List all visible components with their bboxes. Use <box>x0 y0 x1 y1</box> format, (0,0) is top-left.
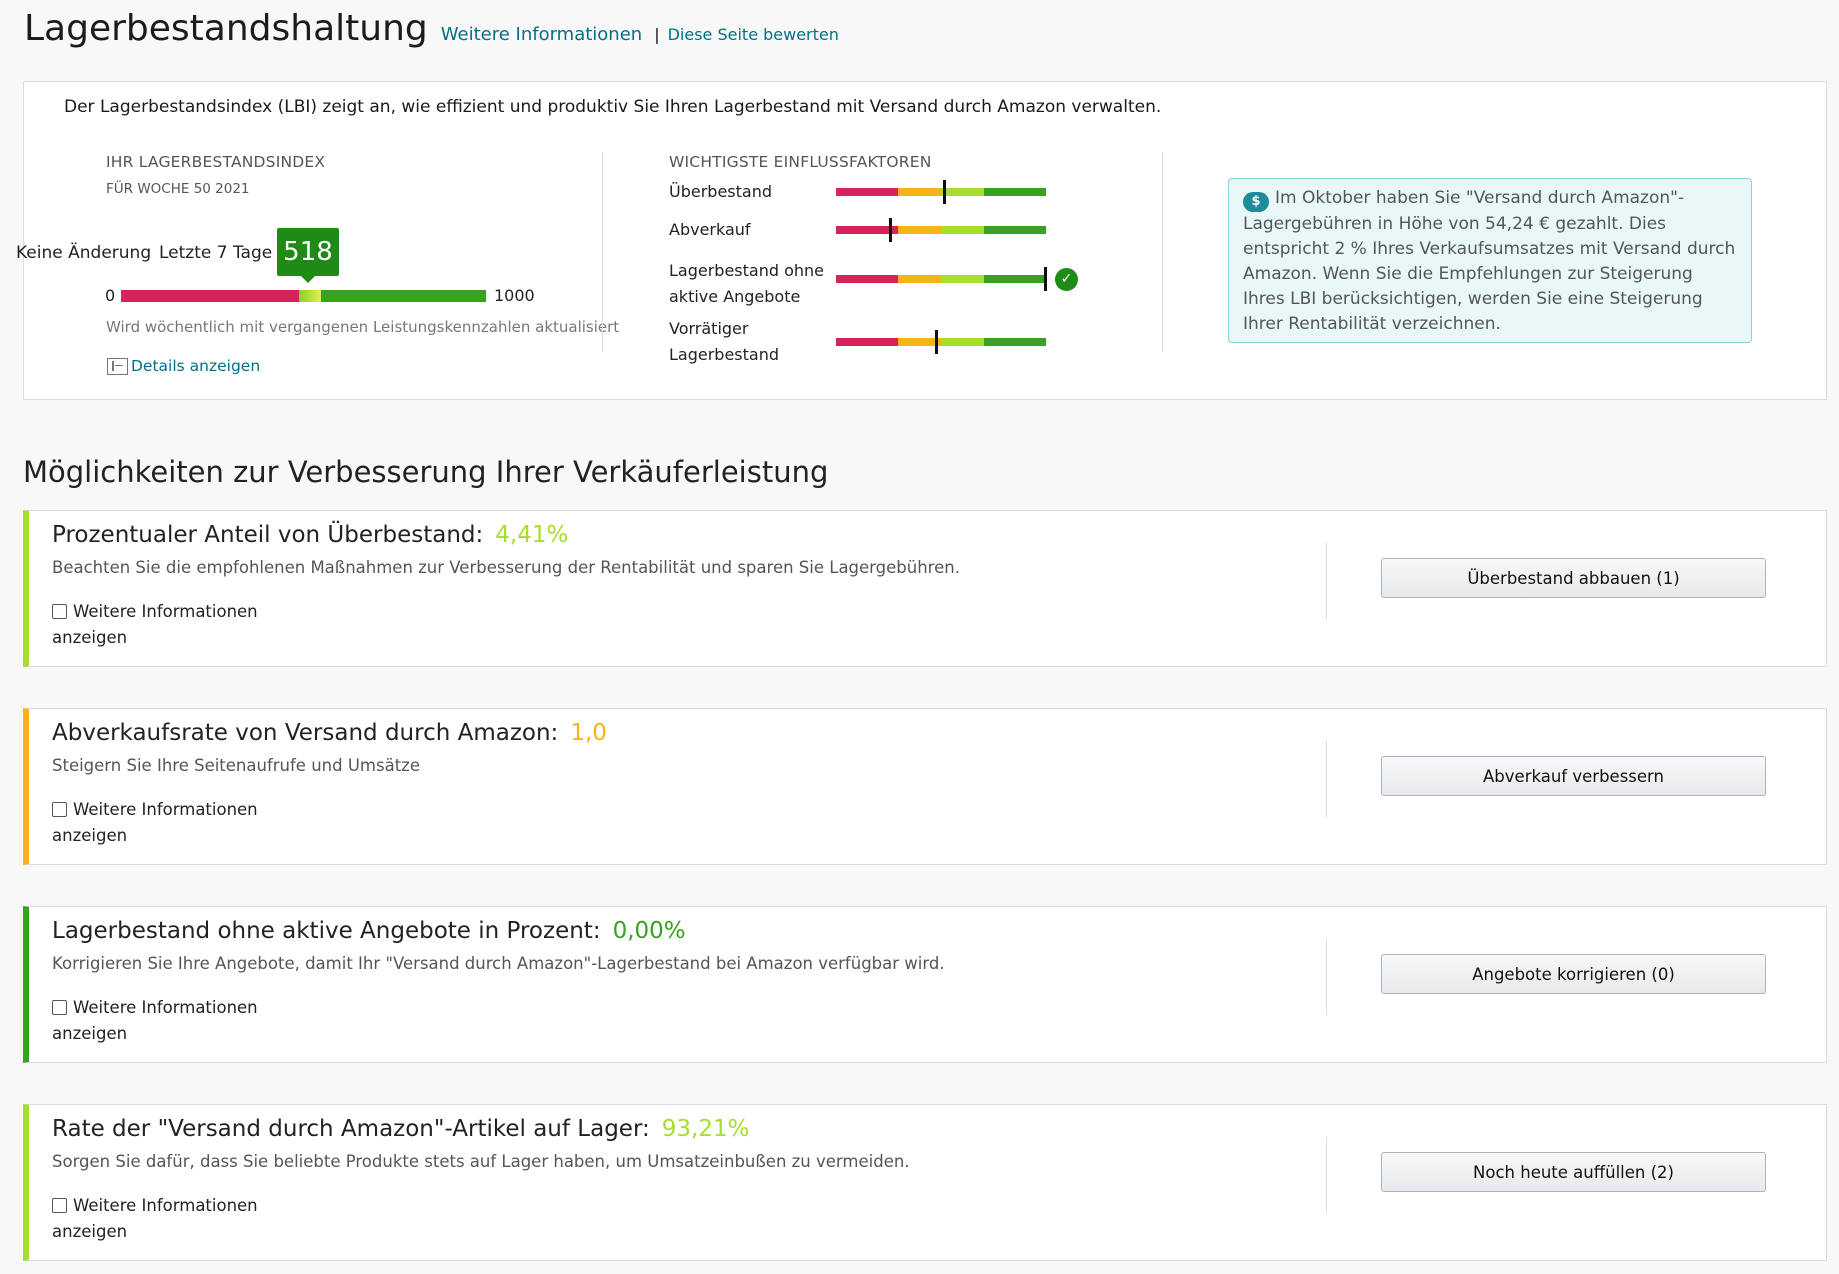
lbi-score-badge: 518 <box>277 228 339 283</box>
dollar-icon: $ <box>1243 192 1269 212</box>
card-action-button[interactable]: Noch heute auffüllen (2) <box>1381 1152 1766 1192</box>
factor-bar-sellthrough <box>836 218 1046 242</box>
lbi-change: Keine Änderung <box>16 243 152 263</box>
factor-bar-stranded <box>836 267 1047 291</box>
factor-label-instock: Vorrätiger Lagerbestand <box>669 316 779 368</box>
page-header: Lagerbestandshaltung Weitere Information… <box>24 8 839 49</box>
card-value: 4,41% <box>495 522 569 548</box>
lbi-caption: IHR LAGERBESTANDSINDEX <box>106 153 326 171</box>
lbi-min: 0 <box>105 286 116 305</box>
score-bar-marker <box>299 290 321 302</box>
factor-marker <box>935 330 938 354</box>
improvement-card-instock: Rate der "Versand durch Amazon"-Artikel … <box>23 1104 1827 1261</box>
header-separator: | <box>654 25 660 44</box>
more-info-label: Weitere Informationen <box>73 800 258 819</box>
checkmark-icon: ✓ <box>1055 268 1078 291</box>
card-value: 0,00% <box>612 918 686 944</box>
card-title: Prozentualer Anteil von Überbestand: 4,41… <box>52 522 568 548</box>
card-title: Lagerbestand ohne aktive Angebote in Pro… <box>52 918 686 944</box>
more-info-checkbox[interactable] <box>52 604 67 619</box>
card-description: Steigern Sie Ihre Seitenaufrufe und Umsä… <box>52 756 420 775</box>
card-divider <box>1326 939 1327 1015</box>
lbi-intro: Der Lagerbestandsindex (LBI) zeigt an, w… <box>64 97 1162 117</box>
panel-icon <box>107 357 128 375</box>
more-info-label: Weitere Informationen <box>73 1196 258 1215</box>
factor-bar-instock <box>836 330 1046 354</box>
lbi-score-bar <box>121 290 486 302</box>
card-title-text: Abverkaufsrate von Versand durch Amazon: <box>52 720 559 746</box>
more-info-checkbox[interactable] <box>52 1000 67 1015</box>
details-link[interactable]: Details anzeigen <box>107 357 260 375</box>
more-info-label-line2: anzeigen <box>52 826 128 845</box>
more-info-checkbox[interactable] <box>52 1198 67 1213</box>
improvement-card-stranded: Lagerbestand ohne aktive Angebote in Pro… <box>23 906 1827 1063</box>
more-info-label: Weitere Informationen <box>73 998 258 1017</box>
card-divider <box>1326 543 1327 619</box>
more-info-label-line2: anzeigen <box>52 1222 128 1241</box>
more-info-toggle[interactable]: Weitere Informationen anzeigen <box>52 797 258 849</box>
factor-label-stranded-line1: Lagerbestand ohne <box>669 261 825 280</box>
card-action-button[interactable]: Überbestand abbauen (1) <box>1381 558 1766 598</box>
factor-label-instock-line1: Vorrätiger <box>669 319 749 338</box>
inventory-page: Lagerbestandshaltung Weitere Information… <box>0 0 1839 1274</box>
divider-right <box>1162 152 1163 352</box>
more-info-toggle[interactable]: Weitere Informationen anzeigen <box>52 599 258 651</box>
lbi-panel: Der Lagerbestandsindex (LBI) zeigt an, w… <box>16 81 1827 400</box>
card-description: Beachten Sie die empfohlenen Maßnahmen z… <box>52 558 960 577</box>
page-title: Lagerbestandshaltung <box>24 8 428 49</box>
factor-label-stranded: Lagerbestand ohne aktive Angebote <box>669 258 824 310</box>
details-link-label: Details anzeigen <box>131 357 261 375</box>
card-value: 93,21% <box>661 1116 750 1142</box>
lbi-period: Letzte 7 Tage <box>159 243 273 263</box>
card-description: Sorgen Sie dafür, dass Sie beliebte Prod… <box>52 1152 910 1171</box>
more-info-link[interactable]: Weitere Informationen <box>441 24 642 45</box>
lbi-max: 1000 <box>494 286 535 305</box>
more-info-checkbox[interactable] <box>52 802 67 817</box>
card-title: Rate der "Versand durch Amazon"-Artikel … <box>52 1116 749 1142</box>
info-box: $ Im Oktober haben Sie "Versand durch Ama… <box>1228 178 1752 343</box>
info-text: Im Oktober haben Sie "Versand durch Amaz… <box>1243 188 1736 334</box>
improvement-card-sellthrough: Abverkaufsrate von Versand durch Amazon:… <box>23 708 1827 865</box>
card-action-button[interactable]: Angebote korrigieren (0) <box>1381 954 1766 994</box>
card-title-text: Rate der "Versand durch Amazon"-Artikel … <box>52 1116 650 1142</box>
score-bar-green <box>321 290 486 302</box>
rate-page-link[interactable]: Diese Seite bewerten <box>668 25 839 44</box>
lbi-week: FÜR WOCHE 50 2021 <box>106 181 250 197</box>
divider-left <box>602 152 603 352</box>
more-info-toggle[interactable]: Weitere Informationen anzeigen <box>52 1193 258 1245</box>
more-info-label: Weitere Informationen <box>73 602 258 621</box>
card-title-text: Prozentualer Anteil von Überbestand: <box>52 522 484 548</box>
factor-label-stranded-line2: aktive Angebote <box>669 287 801 306</box>
card-title-text: Lagerbestand ohne aktive Angebote in Pro… <box>52 918 601 944</box>
factor-marker <box>943 180 946 204</box>
more-info-label-line2: anzeigen <box>52 1024 128 1043</box>
factor-marker <box>889 218 892 242</box>
score-bar-red <box>121 290 299 302</box>
card-action-button[interactable]: Abverkauf verbessern <box>1381 756 1766 796</box>
factors-caption: WICHTIGSTE EINFLUSSFAKTOREN <box>669 153 932 171</box>
factor-bar-overstock <box>836 180 1046 204</box>
factor-marker <box>1044 267 1047 291</box>
card-value: 1,0 <box>570 720 607 746</box>
card-title: Abverkaufsrate von Versand durch Amazon:… <box>52 720 607 746</box>
improvement-card-overstock: Prozentualer Anteil von Überbestand: 4,41… <box>23 510 1827 667</box>
lbi-update-note: Wird wöchentlich mit vergangenen Leistun… <box>106 318 620 336</box>
factor-label-overstock: Überbestand <box>669 182 772 201</box>
more-info-label-line2: anzeigen <box>52 628 128 647</box>
factor-label-sellthrough: Abverkauf <box>669 220 751 239</box>
card-description: Korrigieren Sie Ihre Angebote, damit Ihr… <box>52 954 945 973</box>
card-divider <box>1326 741 1327 817</box>
section-title: Möglichkeiten zur Verbesserung Ihrer Ver… <box>23 455 829 489</box>
card-divider <box>1326 1137 1327 1213</box>
more-info-toggle[interactable]: Weitere Informationen anzeigen <box>52 995 258 1047</box>
factor-label-instock-line2: Lagerbestand <box>669 345 780 364</box>
